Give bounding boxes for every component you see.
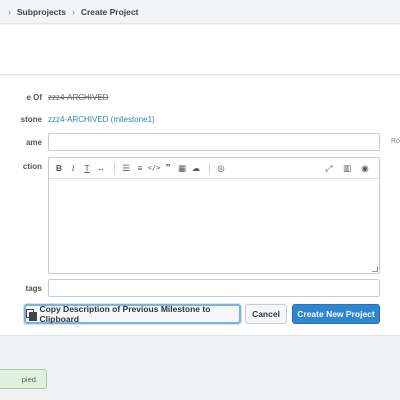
bullet-list-icon[interactable]: ☰ (120, 162, 132, 174)
copy-description-button[interactable]: Copy Description of Previous Milestone t… (24, 304, 241, 324)
copy-icon (26, 309, 38, 321)
name-label: ame (25, 138, 42, 147)
page-header (0, 25, 400, 75)
description-label: ction (22, 162, 42, 171)
fullscreen-icon[interactable]: ⤢ (323, 162, 335, 174)
tags-input[interactable] (48, 279, 380, 297)
code-icon[interactable]: </> (148, 162, 161, 174)
breadcrumb-item-subprojects[interactable]: Subprojects (17, 7, 66, 17)
bold-icon[interactable]: B (53, 162, 65, 174)
upload-icon[interactable]: ☁ (190, 162, 202, 174)
numbered-list-icon[interactable]: ≡ (134, 162, 146, 174)
toolbar-divider (209, 162, 210, 174)
strikethrough-icon[interactable]: T (81, 162, 93, 174)
copy-description-button-label: Copy Description of Previous Milestone t… (39, 304, 211, 324)
description-editor[interactable]: B I T ↔ ☰ ≡ </> ” ▦ ☁ ◎ ⤢ ▥ ◉ (48, 157, 380, 274)
milestone-label: stone (20, 115, 42, 124)
help-icon[interactable]: ◎ (215, 162, 227, 174)
chevron-right-icon: › (8, 6, 11, 17)
quote-icon[interactable]: ” (162, 162, 174, 174)
editor-toolbar-right: ⤢ ▥ ◉ (323, 162, 373, 174)
editor-toolbar: B I T ↔ ☰ ≡ </> ” ▦ ☁ ◎ ⤢ ▥ ◉ (49, 158, 379, 179)
name-input[interactable] (48, 133, 380, 151)
editor-resize-handle[interactable] (372, 266, 378, 272)
side-by-side-icon[interactable]: ▥ (341, 162, 353, 174)
cancel-button[interactable]: Cancel (245, 304, 287, 324)
breadcrumb-item-create-project: Create Project (80, 6, 139, 17)
copied-toast: pied. (0, 369, 47, 389)
clone-of-value: zzz4-ARCHIVED (48, 93, 109, 102)
name-side-hint: Ro (391, 138, 400, 145)
breadcrumb: › Subprojects › Create Project (0, 0, 400, 24)
toast-message: pied. (21, 374, 38, 384)
link-icon[interactable]: ↔ (95, 162, 107, 174)
table-icon[interactable]: ▦ (176, 162, 188, 174)
clone-of-label: e Of (26, 93, 42, 102)
preview-icon[interactable]: ◉ (359, 162, 371, 174)
tags-label: tags (25, 284, 42, 293)
milestone-link[interactable]: zzz4-ARCHIVED (milestone1) (48, 115, 155, 124)
italic-icon[interactable]: I (67, 162, 79, 174)
chevron-right-icon: › (71, 6, 75, 17)
create-project-button[interactable]: Create New Project (292, 304, 380, 324)
toolbar-divider (114, 162, 115, 174)
